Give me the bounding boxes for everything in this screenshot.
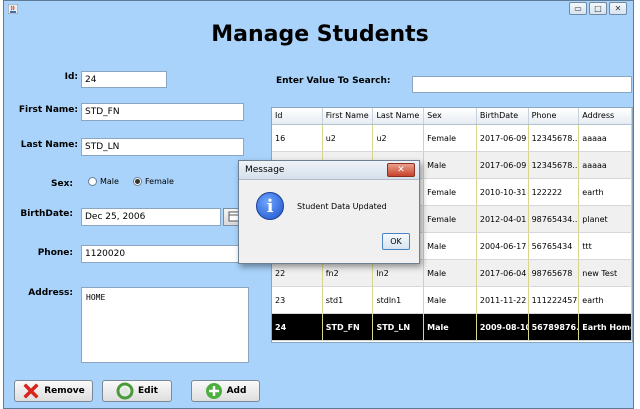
remove-x-icon [23,383,39,399]
cell-last-name: stdln1 [373,287,425,313]
dialog-message: Student Data Updated [297,202,387,211]
cell-address: Earth Home [579,314,632,340]
cell-phone: 12345678... [529,152,580,178]
dialog-close-button[interactable]: ✕ [387,163,415,177]
cell-birthdate: 2017-06-04 [477,260,529,286]
birthdate-label: BirthDate: [20,209,73,219]
cell-address: earth [579,287,632,313]
add-button-label: Add [226,386,247,396]
cell-address: ttt [579,233,632,259]
cell-sex: Male [424,314,477,340]
cell-phone: 56789876... [529,314,580,340]
cell-id: 16 [272,125,323,151]
table-header: Id First Name Last Name Sex BirthDate Ph… [272,108,632,125]
col-header-first-name[interactable]: First Name [323,108,374,124]
cell-sex: Female [424,206,477,232]
cell-sex: Female [424,125,477,151]
sex-label: Sex: [51,179,73,189]
cell-phone: 98765434... [529,206,580,232]
cell-phone: 98765678 [529,260,580,286]
cell-sex: Female [424,179,477,205]
minimize-button[interactable]: ▭ [569,2,587,15]
edit-button-label: Edit [138,386,158,396]
col-header-birthdate[interactable]: BirthDate [477,108,529,124]
cell-birthdate: 2017-06-09 [477,152,529,178]
col-header-phone[interactable]: Phone [529,108,580,124]
close-window-button[interactable]: ✕ [609,2,627,15]
radio-female-label: Female [145,177,174,186]
address-label: Address: [28,288,73,298]
cell-address: planet [579,206,632,232]
cell-sex: Male [424,287,477,313]
last-name-field[interactable]: STD_LN [81,138,244,156]
cell-birthdate: 2017-06-09 [477,125,529,151]
id-field[interactable]: 24 [81,71,167,88]
edit-refresh-icon [116,382,134,400]
cell-phone: 56765434 [529,233,580,259]
cell-sex: Male [424,260,477,286]
col-header-address[interactable]: Address [579,108,632,124]
cell-address: new Test [579,260,632,286]
address-textarea[interactable]: HOME [81,287,249,363]
cell-birthdate: 2012-04-01 [477,206,529,232]
sex-radio-male[interactable]: Male [88,177,119,186]
col-header-last-name[interactable]: Last Name [373,108,425,124]
cell-address: aaaaa [579,125,632,151]
radio-female-dot[interactable] [133,177,142,186]
cell-address: earth [579,179,632,205]
phone-label: Phone: [37,248,73,258]
dialog-title: Message [245,165,285,175]
cell-sex: Male [424,233,477,259]
add-button[interactable]: Add [191,380,260,402]
message-dialog: Message ✕ i Student Data Updated OK [238,160,420,264]
col-header-sex[interactable]: Sex [424,108,477,124]
cell-phone: 122222 [529,179,580,205]
info-icon: i [256,192,284,220]
phone-field[interactable]: 1120020 [81,245,244,263]
edit-button[interactable]: Edit [102,380,172,402]
cell-first-name: STD_FN [323,314,374,340]
radio-male-label: Male [100,177,119,186]
cell-first-name: std1 [323,287,374,313]
first-name-label: First Name: [18,105,78,115]
window-controls: ▭ □ ✕ [569,2,627,15]
cell-phone: 111222457 [529,287,580,313]
cell-last-name: u2 [373,125,425,151]
dialog-ok-button[interactable]: OK [382,233,410,250]
last-name-label: Last Name: [20,140,78,150]
cell-birthdate: 2009-08-10 [477,314,529,340]
add-plus-icon [205,383,222,399]
dialog-title-bar: Message ✕ [239,161,419,180]
search-label: Enter Value To Search: [276,76,391,86]
table-row[interactable]: 22 fn2 ln2 Male 2017-06-04 98765678 new Test [272,260,632,287]
search-input[interactable] [412,76,632,93]
cell-first-name: u2 [323,125,374,151]
page-title: Manage Students [211,22,429,47]
id-label: Id: [64,72,78,82]
cell-birthdate: 2011-11-22 [477,287,529,313]
radio-male-dot[interactable] [88,177,97,186]
java-app-icon [8,4,18,14]
cell-birthdate: 2004-06-17 [477,233,529,259]
cell-id: 23 [272,287,323,313]
sex-radio-female[interactable]: Female [133,177,174,186]
table-row[interactable]: 23 std1 stdln1 Male 2011-11-22 111222457 earth [272,287,632,314]
maximize-button[interactable]: □ [589,2,607,15]
cell-id: 24 [272,314,323,340]
birthdate-field[interactable]: Dec 25, 2006 [81,208,221,226]
table-row[interactable]: 16 u2 u2 Female 2017-06-09 12345678... aaaaa [272,125,632,152]
table-row[interactable]: 24STD_FNSTD_LNMale2009-08-1056789876...E… [272,314,632,341]
cell-address: aaaaa [579,152,632,178]
first-name-field[interactable]: STD_FN [81,103,244,121]
cell-birthdate: 2010-10-31 [477,179,529,205]
remove-button[interactable]: Remove [14,380,93,402]
cell-last-name: STD_LN [373,314,425,340]
cell-sex: Male [424,152,477,178]
col-header-id[interactable]: Id [272,108,323,124]
cell-phone: 12345678... [529,125,580,151]
title-bar: ▭ □ ✕ [4,1,633,18]
remove-button-label: Remove [44,386,85,396]
